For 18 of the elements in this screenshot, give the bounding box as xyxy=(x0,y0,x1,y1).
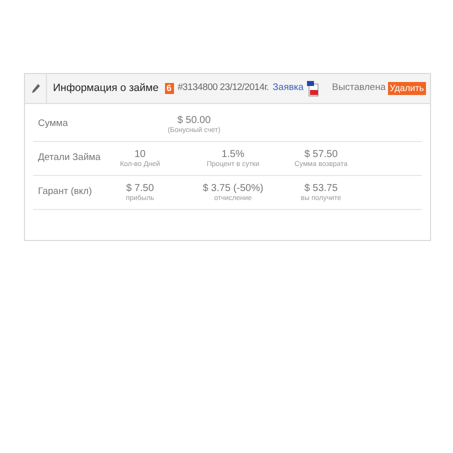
delete-button[interactable]: Удалить xyxy=(388,82,426,95)
card-title: Информация о займе xyxy=(53,80,159,96)
value-text: 1.5% xyxy=(222,148,244,160)
pencil-icon[interactable] xyxy=(32,84,40,93)
count-badge: 6 xyxy=(164,83,174,94)
value-text: $ 57.50 xyxy=(304,148,338,160)
value-text: 10 xyxy=(134,148,146,160)
row-label: Детали Займа xyxy=(37,151,102,166)
status-label: Выставлена xyxy=(332,81,386,96)
value-text: $ 50.00 xyxy=(177,114,211,126)
pdf-file-icon[interactable] xyxy=(306,80,319,96)
loan-reference: #3134800 23/12/2014г. xyxy=(178,81,269,96)
row-label: Гарант (вкл) xyxy=(37,185,93,200)
value-text: $ 53.75 xyxy=(304,182,338,194)
row-label: Сумма xyxy=(37,117,69,132)
value-text: $ 7.50 xyxy=(126,182,154,194)
application-link[interactable]: Заявка xyxy=(272,81,304,96)
value-text: $ 3.75 (-50%) xyxy=(202,182,264,194)
